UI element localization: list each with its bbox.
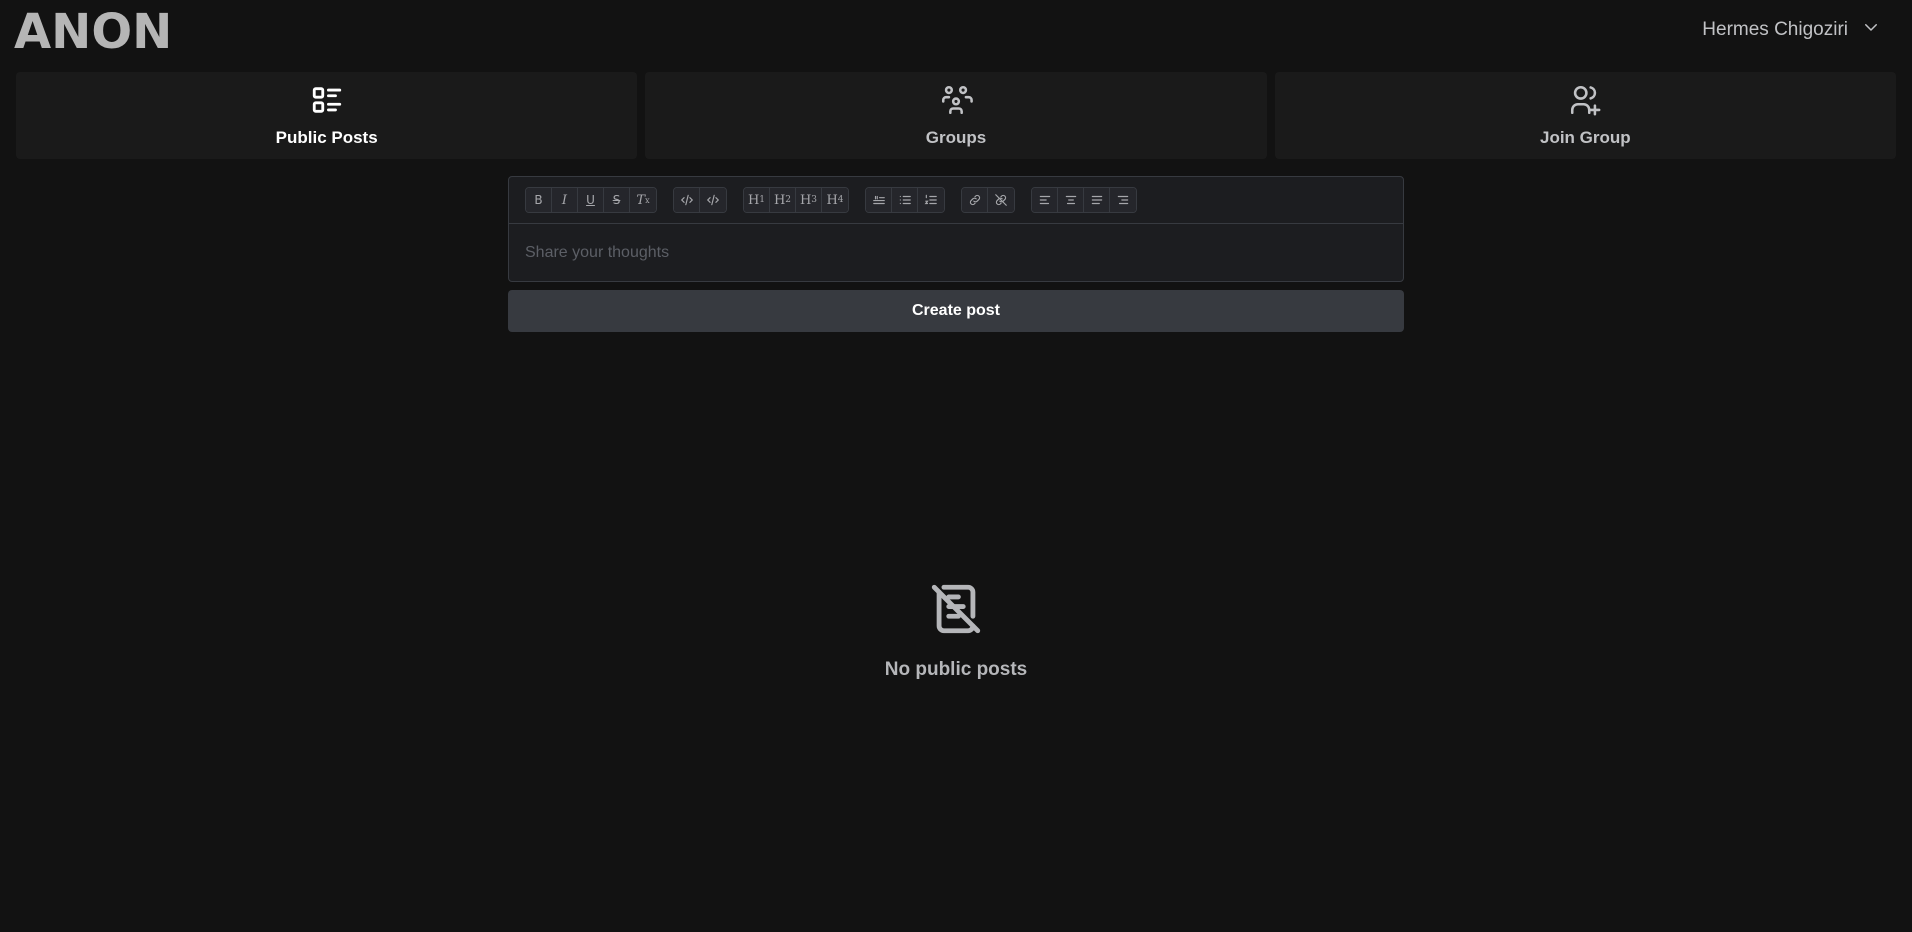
header: ANON Hermes Chigoziri	[0, 0, 1912, 66]
align-justify-icon[interactable]	[1084, 188, 1110, 212]
file-off-icon	[927, 580, 985, 643]
link-icon[interactable]	[962, 188, 988, 212]
post-content-input[interactable]	[525, 233, 1385, 273]
h4-label: H	[826, 192, 838, 208]
toolbar-group-formatting: B I U S Tx	[525, 187, 657, 213]
tab-label: Join Group	[1539, 128, 1631, 147]
strike-label: S	[612, 193, 621, 207]
user-plus-icon	[1568, 83, 1602, 122]
h3-label: H	[799, 192, 812, 208]
tab-label: Public Posts	[275, 128, 378, 147]
unlink-icon[interactable]	[988, 188, 1014, 212]
code-block-icon[interactable]	[700, 188, 726, 212]
tab-groups[interactable]: Groups	[645, 72, 1267, 159]
main-tabs: Public Posts Groups Join Group	[16, 72, 1896, 159]
toolbar-group-code	[673, 187, 727, 213]
tab-label: Groups	[925, 128, 987, 147]
blockquote-icon[interactable]	[866, 188, 892, 212]
empty-state: No public posts	[756, 580, 1156, 681]
toolbar-group-links	[961, 187, 1015, 213]
align-center-icon[interactable]	[1058, 188, 1084, 212]
users-group-icon	[939, 83, 973, 122]
bold-label: B	[534, 193, 543, 207]
logo[interactable]: ANON	[14, 4, 172, 60]
toolbar-group-lists	[865, 187, 945, 213]
h2-label: H	[773, 192, 786, 208]
h4-icon[interactable]: H4	[822, 188, 848, 212]
empty-state-message: No public posts	[884, 659, 1028, 680]
italic-icon[interactable]: I	[552, 188, 578, 212]
clear-formatting-icon[interactable]: Tx	[630, 188, 656, 212]
toolbar-group-align	[1031, 187, 1137, 213]
post-editor: B I U S Tx H1 H2 H3 H4	[508, 176, 1404, 282]
h3-sub: 3	[811, 195, 818, 205]
ordered-list-icon[interactable]	[918, 188, 944, 212]
clear-label: T	[636, 192, 646, 208]
tab-public-posts[interactable]: Public Posts	[16, 72, 638, 159]
align-right-icon[interactable]	[1110, 188, 1136, 212]
underline-label: U	[586, 193, 595, 207]
h3-icon[interactable]: H3	[796, 188, 822, 212]
bold-icon[interactable]: B	[526, 188, 552, 212]
create-post-button[interactable]: Create post	[508, 290, 1404, 332]
h1-icon[interactable]: H1	[744, 188, 770, 212]
tab-join-group[interactable]: Join Group	[1274, 72, 1896, 159]
h1-label: H	[747, 192, 760, 208]
strikethrough-icon[interactable]: S	[604, 188, 630, 212]
h2-icon[interactable]: H2	[770, 188, 796, 212]
user-menu[interactable]: Hermes Chigoziri	[1702, 18, 1880, 42]
chevron-down-icon	[1862, 18, 1880, 42]
bullet-list-icon[interactable]	[892, 188, 918, 212]
user-name: Hermes Chigoziri	[1702, 19, 1848, 40]
list-details-icon	[310, 83, 344, 122]
h1-sub: 1	[759, 195, 766, 205]
align-left-icon[interactable]	[1032, 188, 1058, 212]
editor-toolbar: B I U S Tx H1 H2 H3 H4	[509, 177, 1403, 224]
toolbar-group-headings: H1 H2 H3 H4	[743, 187, 849, 213]
underline-icon[interactable]: U	[578, 188, 604, 212]
h2-sub: 2	[785, 195, 792, 205]
h4-sub: 4	[837, 195, 844, 205]
code-icon[interactable]	[674, 188, 700, 212]
italic-label: I	[561, 192, 568, 208]
